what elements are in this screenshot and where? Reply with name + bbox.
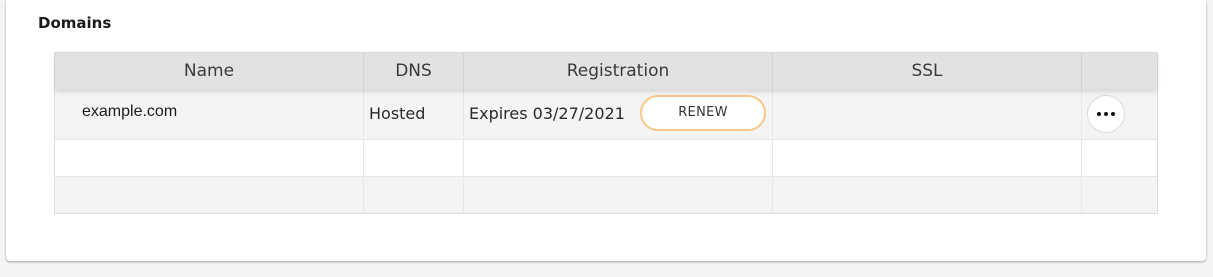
domains-panel: Domains Name DNS Registration SSL exampl… [6,0,1206,261]
cell-actions [1082,89,1157,139]
empty-cell [1082,140,1157,176]
column-header-registration[interactable]: Registration [464,53,773,89]
cell-ssl [773,89,1082,139]
empty-cell [773,140,1082,176]
column-header-actions [1082,53,1157,89]
cell-name: example.com [55,89,364,139]
section-title: Domains [38,14,112,32]
more-actions-button[interactable] [1087,95,1125,133]
table-row: example.com Hosted Expires 03/27/2021 RE… [55,89,1157,140]
empty-cell [364,140,464,176]
more-horizontal-icon [1097,112,1115,116]
column-header-name[interactable]: Name [55,53,364,89]
column-header-ssl[interactable]: SSL [773,53,1082,89]
cell-registration: Expires 03/27/2021 RENEW [464,89,773,139]
empty-cell [55,140,364,176]
registration-expiry: Expires 03/27/2021 [469,104,625,123]
empty-cell [773,177,1082,213]
domains-table: Name DNS Registration SSL example.com Ho… [54,52,1158,214]
empty-cell [464,140,773,176]
dns-status: Hosted [369,104,426,123]
table-header: Name DNS Registration SSL [55,53,1157,89]
domain-name[interactable]: example.com [82,103,177,121]
empty-cell [55,177,364,213]
table-row-empty [55,140,1157,177]
empty-cell [1082,177,1157,213]
table-row-empty [55,177,1157,213]
renew-button[interactable]: RENEW [640,95,766,131]
empty-cell [464,177,773,213]
column-header-dns[interactable]: DNS [364,53,464,89]
empty-cell [364,177,464,213]
cell-dns: Hosted [364,89,464,139]
